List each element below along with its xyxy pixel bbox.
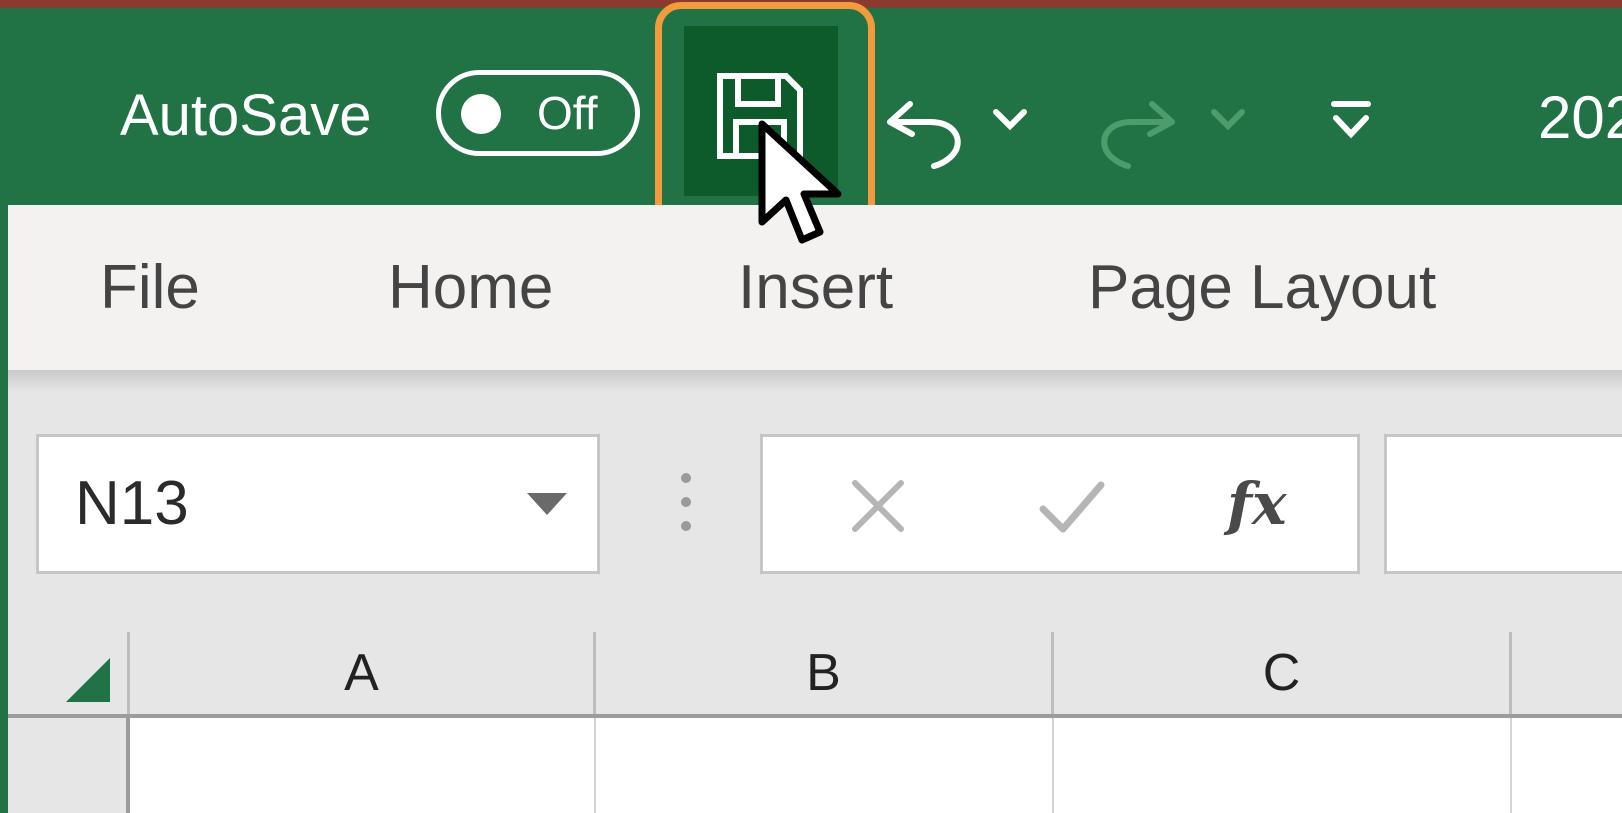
insert-function-button[interactable]: fx (1227, 437, 1287, 571)
redo-icon[interactable] (1094, 82, 1184, 172)
column-header-row: A B C (8, 632, 1622, 718)
tab-insert[interactable]: Insert (738, 245, 893, 331)
toggle-knob (461, 94, 501, 134)
cell-c1[interactable] (1054, 718, 1512, 813)
file-title: 202 (1538, 84, 1622, 151)
name-box[interactable]: N13 (36, 434, 600, 574)
worksheet-grid (8, 718, 1622, 813)
cell-a1[interactable] (130, 718, 596, 813)
autosave-state: Off (537, 87, 598, 139)
column-header-c[interactable]: C (1054, 632, 1512, 714)
undo-icon[interactable] (878, 82, 968, 172)
cancel-x-icon[interactable] (849, 477, 907, 535)
formula-buttons: fx (760, 434, 1360, 574)
row-header[interactable] (8, 718, 130, 813)
tab-page-layout[interactable]: Page Layout (1088, 245, 1436, 331)
formula-bar-grip-icon[interactable] (678, 472, 694, 532)
cell-b1[interactable] (596, 718, 1054, 813)
select-all-triangle-icon (66, 658, 110, 702)
tab-file[interactable]: File (100, 245, 200, 331)
formula-bar-area: N13 fx (8, 370, 1622, 632)
window-left-edge (0, 205, 8, 813)
name-box-dropdown-icon[interactable] (527, 493, 567, 515)
redo-dropdown-chevron-down-icon[interactable] (1208, 104, 1248, 134)
customize-qat-icon[interactable] (1326, 96, 1376, 146)
formula-input[interactable] (1384, 434, 1622, 574)
column-header-b[interactable]: B (596, 632, 1054, 714)
mouse-cursor-icon (758, 120, 842, 244)
autosave-label: AutoSave (120, 83, 372, 148)
autosave-toggle[interactable]: Off (436, 70, 640, 156)
column-header-a[interactable]: A (130, 632, 596, 714)
tab-home[interactable]: Home (388, 245, 553, 331)
select-all-corner[interactable] (8, 632, 130, 714)
name-box-value[interactable]: N13 (75, 437, 189, 571)
undo-dropdown-chevron-down-icon[interactable] (990, 104, 1030, 134)
enter-check-icon[interactable] (1037, 477, 1107, 537)
